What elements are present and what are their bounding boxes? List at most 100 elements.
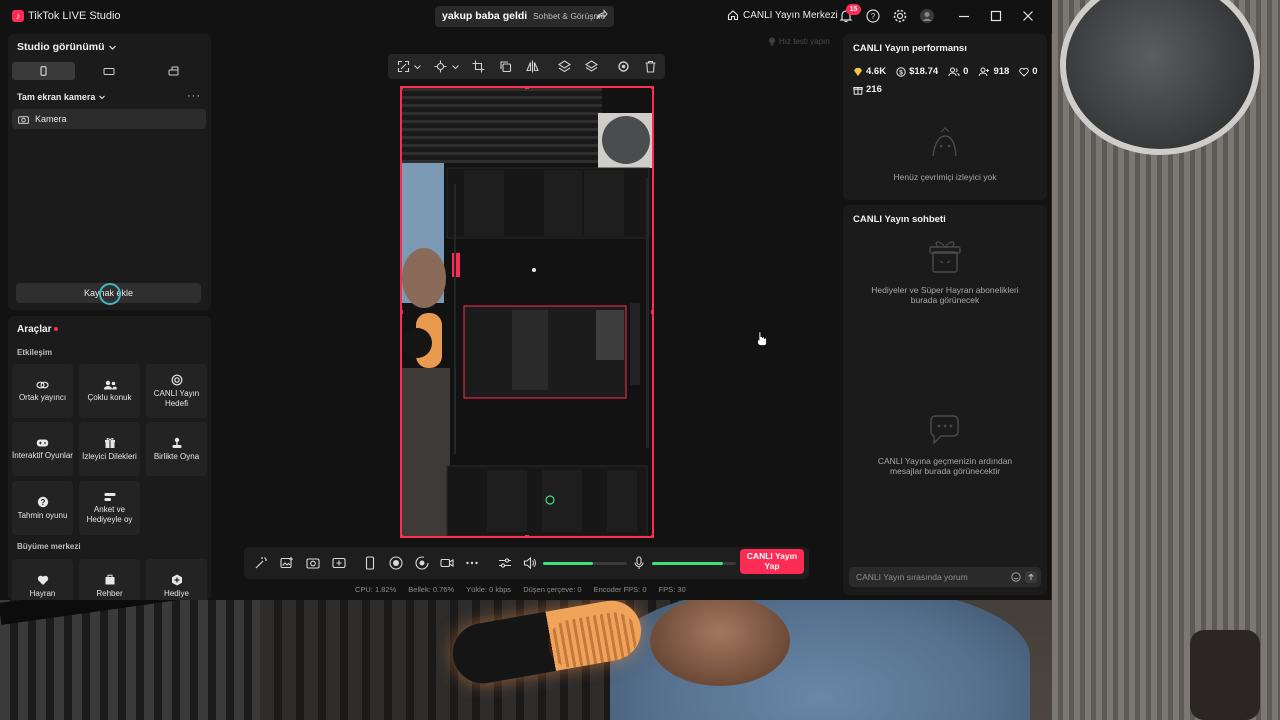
resize-handle[interactable] [525,88,529,89]
record-icon[interactable] [389,556,403,570]
tools-new-dot [54,327,58,331]
studio-view-panel: Studio görünümü Tam ekran kamera ··· Kam… [8,34,211,310]
align-icon[interactable] [434,60,447,73]
resize-handle[interactable] [651,310,652,314]
stream-preview-canvas[interactable] [400,86,654,538]
tool-label: İzleyici Dilekleri [82,451,137,461]
image-plus-icon[interactable] [280,556,294,570]
emoji-icon[interactable] [1011,572,1021,582]
audio-mixer-icon[interactable] [498,556,512,570]
preview-image [402,88,652,536]
speed-test-link[interactable]: Hız testi yapın [768,37,830,46]
maximize-button[interactable] [988,8,1004,24]
tool-multi-guest[interactable]: Çoklu konuk [79,364,140,418]
speed-test-label: Hız testi yapın [779,37,830,46]
app-window: ♪ TikTok LIVE Studio yakup baba geldi So… [0,0,1052,600]
chat-input[interactable]: CANLI Yayın sırasında yorum [849,567,1041,587]
avatar[interactable] [919,8,935,24]
gamepad-icon [36,439,49,446]
stream-controls-bar [244,547,809,579]
resize-handle[interactable] [651,88,652,89]
fit-icon[interactable] [397,60,410,73]
metric-value: $18.74 [909,66,939,77]
layout-portrait-button[interactable] [12,62,76,80]
tool-gift[interactable]: Hediye [146,559,207,600]
mic-slider[interactable] [652,562,736,565]
go-live-button[interactable]: CANLI Yayın Yap [740,549,804,574]
tool-viewer-wishes[interactable]: İzleyici Dilekleri [79,422,140,476]
layout-landscape-button[interactable] [77,62,140,80]
volume-level [543,562,594,565]
replay-icon[interactable] [415,556,429,570]
bring-forward-icon[interactable] [558,60,571,73]
section-interaction: Etkileşim [17,348,53,357]
phone-icon[interactable] [363,556,377,570]
resize-handle[interactable] [402,535,403,536]
tool-label: Birlikte Oyna [153,451,200,461]
video-camera-icon[interactable] [440,556,454,570]
tool-fan[interactable]: Hayran [12,559,73,600]
metric-diamonds: 4.6K [853,66,886,77]
messages-empty-text: CANLI Yayına geçmenizin ardından mesajla… [877,456,1013,476]
minimize-button[interactable] [956,8,972,24]
gear-icon[interactable] [892,8,908,24]
flip-icon[interactable] [526,60,539,73]
source-name: Kamera [35,114,67,124]
tool-label: İnteraktif Oyunlar [12,450,73,460]
duplicate-icon[interactable] [499,60,512,73]
resize-handle[interactable] [651,535,652,536]
metric-value: 216 [866,84,882,95]
scene-dropdown[interactable]: Tam ekran kamera [17,92,106,102]
trash-icon[interactable] [644,60,657,73]
tools-panel: Araçlar Etkileşim Ortak yayıncı Çoklu ko… [8,316,211,600]
volume-slider[interactable] [543,562,627,565]
more-options-button[interactable]: ··· [187,90,201,102]
layout-dual-button[interactable] [143,62,206,80]
tool-guide[interactable]: Rehber [79,559,140,600]
home-icon [727,10,739,21]
tool-co-host[interactable]: Ortak yayıncı [12,364,73,418]
resize-handle[interactable] [402,310,403,314]
share-icon[interactable] [596,9,608,21]
magic-wand-icon[interactable] [254,556,268,570]
screenshot-icon[interactable] [306,556,320,570]
tool-label: Rehber [96,588,123,598]
crop-icon[interactable] [472,60,485,73]
studio-view-label: Studio görünümü [17,41,105,53]
tool-guessing-game[interactable]: ? Tahmin oyunu [12,481,73,535]
chevron-down-icon[interactable] [413,60,422,73]
live-chat-panel: CANLI Yayın sohbeti Hediyeler ve Süper H… [843,205,1047,595]
settings-icon[interactable] [617,60,630,73]
tools-title: Araçlar [17,324,52,335]
tool-interactive-games[interactable]: İnteraktif Oyunlar [12,422,73,476]
svg-text:?: ? [871,12,876,21]
portrait-icon [40,66,47,76]
tool-label: Tahmin oyunu [17,510,68,520]
add-media-icon[interactable] [332,556,346,570]
microphone-icon[interactable] [632,556,646,570]
stream-title-pill[interactable]: yakup baba geldi Sohbet & Görüşme [435,6,614,27]
metric-value: 918 [993,66,1010,77]
live-center-button[interactable]: CANLI Yayın Merkezi [727,9,838,21]
send-backward-icon[interactable] [585,60,598,73]
dollar-icon: $ [896,66,906,77]
metric-viewers: 0 [948,66,968,77]
link-icon [36,381,49,388]
stat-dropped-frames: Düşen çerçeve: 0 [523,585,582,594]
tool-poll[interactable]: Anket ve Hediyeyle oy [79,481,140,535]
source-item-camera[interactable]: Kamera [12,109,206,129]
send-icon[interactable] [1025,571,1037,583]
studio-view-dropdown[interactable]: Studio görünümü [17,41,117,53]
tool-live-goal[interactable]: CANLI Yayın Hedefi [146,364,207,418]
close-button[interactable] [1020,8,1036,24]
speaker-icon[interactable] [523,556,537,570]
more-icon[interactable] [465,556,479,570]
question-icon: ? [37,496,48,507]
help-icon[interactable]: ? [865,8,881,24]
resize-handle[interactable] [402,88,403,89]
chevron-down-icon[interactable] [451,60,460,73]
metric-value: 0 [1032,66,1038,77]
resize-handle[interactable] [525,535,529,536]
chat-placeholder: CANLI Yayın sırasında yorum [856,572,968,582]
tool-play-together[interactable]: Birlikte Oyna [146,422,207,476]
